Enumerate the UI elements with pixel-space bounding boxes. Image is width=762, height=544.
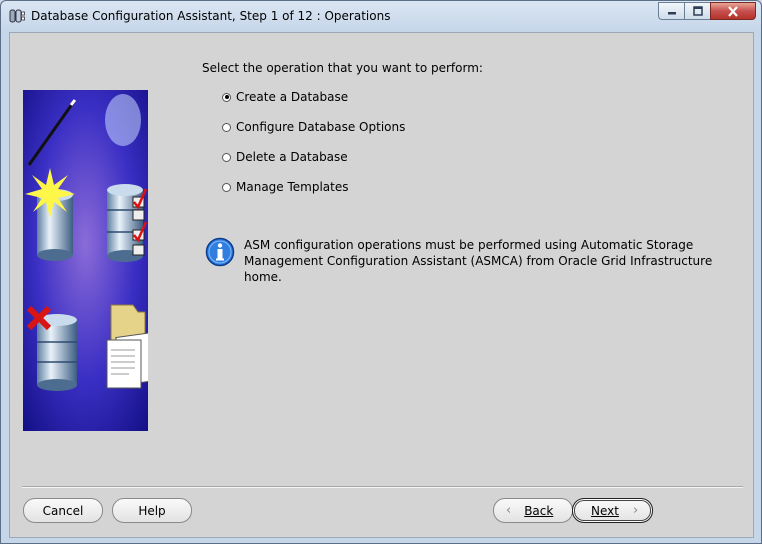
radio-configure-database-options[interactable]	[222, 122, 231, 132]
option-label: Manage Templates	[236, 180, 349, 194]
next-label: Next	[591, 503, 619, 518]
chevron-right-icon: ›	[632, 503, 639, 518]
radio-create-database[interactable]	[222, 92, 231, 102]
button-separator	[22, 486, 743, 488]
next-button[interactable]: Next ›	[572, 498, 653, 523]
chevron-left-icon: ‹	[506, 503, 512, 518]
option-label: Configure Database Options	[236, 120, 406, 134]
back-button[interactable]: ‹ Back	[493, 498, 573, 523]
operations-illustration	[23, 90, 148, 431]
operation-prompt: Select the operation that you want to pe…	[202, 61, 483, 75]
option-configure-database-options[interactable]: Configure Database Options	[222, 120, 405, 134]
title-bar[interactable]: Database Configuration Assistant, Step 1…	[1, 1, 761, 31]
radio-manage-templates[interactable]	[222, 182, 231, 192]
maximize-button[interactable]	[684, 2, 710, 20]
cancel-button[interactable]: Cancel	[23, 498, 103, 523]
help-label: Help	[138, 503, 166, 518]
close-icon	[728, 5, 738, 17]
wizard-content: Select the operation that you want to pe…	[9, 32, 754, 538]
help-button[interactable]: Help	[112, 498, 192, 523]
window-title: Database Configuration Assistant, Step 1…	[31, 9, 391, 23]
option-create-database[interactable]: Create a Database	[222, 90, 348, 104]
asm-info-message: ASM configuration operations must be per…	[244, 238, 713, 284]
option-manage-templates[interactable]: Manage Templates	[222, 180, 349, 194]
close-button[interactable]	[710, 2, 756, 20]
maximize-icon	[692, 6, 703, 16]
cancel-label: Cancel	[42, 503, 84, 518]
option-label: Create a Database	[236, 90, 349, 104]
option-delete-database[interactable]: Delete a Database	[222, 150, 348, 164]
minimize-button[interactable]	[658, 2, 684, 20]
dbca-window: Database Configuration Assistant, Step 1…	[0, 0, 762, 544]
radio-delete-database[interactable]	[222, 152, 231, 162]
minimize-icon	[667, 12, 676, 15]
option-label: Delete a Database	[236, 150, 348, 164]
window-controls	[658, 2, 756, 21]
database-app-icon	[9, 9, 25, 23]
back-label: Back	[524, 503, 554, 518]
info-icon	[205, 237, 235, 267]
